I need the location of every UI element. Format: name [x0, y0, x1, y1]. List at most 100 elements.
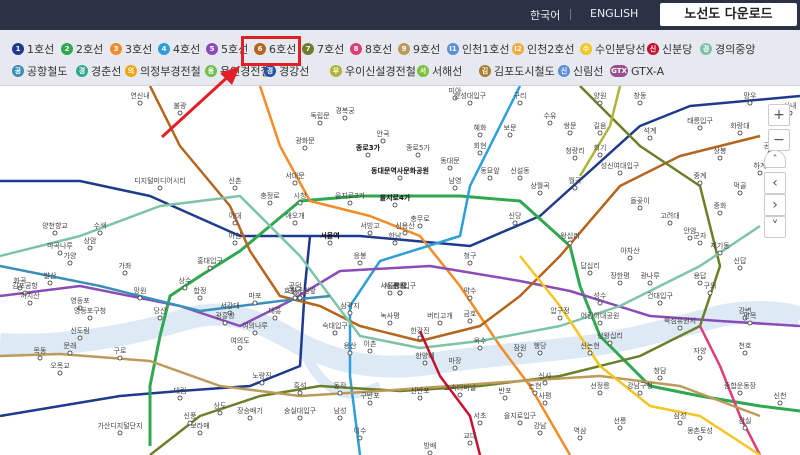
station-marker[interactable] — [392, 240, 398, 246]
station-label[interactable]: 반포 — [499, 387, 512, 395]
subway-map[interactable]: 종로3가 종로5가 동대문 을지로3가 을지로4가 동대문역사문화공원 충무로 서울역 시청 충정… — [0, 86, 800, 455]
station-label[interactable]: 김포공항 — [12, 282, 38, 290]
station-label[interactable]: 을지로입구 — [504, 412, 536, 420]
zoom-in-button[interactable]: + — [768, 104, 790, 126]
station-label[interactable]: 월곡 — [569, 177, 582, 185]
station-marker[interactable] — [697, 280, 703, 286]
station-label[interactable]: 대흥 — [269, 307, 282, 315]
station-label[interactable]: 고속터미널 — [444, 384, 476, 392]
station-label[interactable]: 이대 — [229, 212, 242, 220]
legend-item-row1-2[interactable]: 3 3호선 — [110, 39, 152, 59]
station-marker[interactable] — [597, 152, 603, 158]
station-marker[interactable] — [182, 285, 188, 291]
station-marker[interactable] — [47, 280, 53, 286]
station-label[interactable]: 성신여대입구 — [601, 162, 640, 170]
station-label[interactable]: 청량리 — [565, 147, 584, 155]
station-marker[interactable] — [747, 100, 753, 106]
station-marker[interactable] — [742, 425, 748, 431]
station-marker[interactable] — [177, 395, 183, 401]
station-marker[interactable] — [597, 300, 603, 306]
station-label[interactable]: 양천향교 — [42, 222, 68, 230]
station-marker[interactable] — [232, 185, 238, 191]
station-marker[interactable] — [452, 185, 458, 191]
station-marker[interactable] — [402, 230, 408, 236]
station-label[interactable]: 종합운동장 — [724, 382, 756, 390]
station-marker[interactable] — [177, 110, 183, 116]
station-marker[interactable] — [587, 270, 593, 276]
station-marker[interactable] — [697, 125, 703, 131]
legend-item-row1-13[interactable]: 경 경의중앙 — [700, 39, 755, 59]
station-label[interactable]: 길음 — [594, 122, 607, 130]
station-marker[interactable] — [417, 223, 423, 229]
station-marker[interactable] — [117, 430, 123, 436]
station-label[interactable]: 창동 — [634, 92, 647, 100]
station-marker[interactable] — [67, 350, 73, 356]
station-marker[interactable] — [657, 300, 663, 306]
station-label[interactable]: 방배 — [424, 442, 437, 450]
station-marker[interactable] — [417, 395, 423, 401]
station-marker[interactable] — [542, 400, 548, 406]
station-label[interactable]: 상암 — [84, 237, 97, 245]
station-label[interactable]: 면목 — [744, 312, 757, 320]
station-marker[interactable] — [617, 170, 623, 176]
station-marker[interactable] — [217, 410, 223, 416]
station-marker[interactable] — [477, 150, 483, 156]
station-label[interactable]: 성수 — [594, 292, 607, 300]
station-marker[interactable] — [122, 270, 128, 276]
station-label[interactable]: 제기동 — [710, 242, 729, 250]
station-marker[interactable] — [742, 350, 748, 356]
station-marker[interactable] — [627, 255, 633, 261]
station-marker[interactable] — [737, 390, 743, 396]
station-marker[interactable] — [657, 375, 663, 381]
station-label[interactable]: 남성 — [334, 407, 347, 415]
station-label[interactable]: 잠원 — [514, 344, 527, 352]
station-marker[interactable] — [617, 280, 623, 286]
station-label[interactable]: 광나루 — [640, 272, 659, 280]
station-label[interactable]: 연신내 — [130, 92, 149, 100]
station-marker[interactable] — [567, 130, 573, 136]
station-marker[interactable] — [517, 420, 523, 426]
legend-item-row1-6[interactable]: 7 7호선 — [302, 39, 344, 59]
station-label[interactable]: 여의도 — [230, 337, 249, 345]
station-marker[interactable] — [232, 240, 238, 246]
station-label[interactable]: 약수 — [464, 287, 477, 295]
station-marker[interactable] — [297, 415, 303, 421]
station-label[interactable]: 신천 — [774, 392, 787, 400]
station-marker[interactable] — [467, 440, 473, 446]
station-marker[interactable] — [597, 100, 603, 106]
station-marker[interactable] — [292, 295, 298, 301]
station-marker[interactable] — [452, 365, 458, 371]
station-marker[interactable] — [427, 450, 433, 455]
station-label[interactable]: 문래 — [64, 342, 77, 350]
station-marker[interactable] — [157, 315, 163, 321]
station-label[interactable]: 광흥창 — [215, 312, 234, 320]
legend-item-row2-5[interactable]: 우 우이신설경전철 — [330, 61, 416, 81]
station-marker[interactable] — [467, 100, 473, 106]
station-marker[interactable] — [117, 355, 123, 361]
station-marker[interactable] — [532, 390, 538, 396]
station-label[interactable]: 디지털미디어시티 — [134, 177, 186, 185]
legend-item-row1-7[interactable]: 8 8호선 — [350, 39, 392, 59]
station-marker[interactable] — [597, 130, 603, 136]
legend-item-row1-11[interactable]: 수 수인분당선 — [580, 39, 646, 59]
station-label[interactable]: 상수 — [179, 277, 192, 285]
legend-item-row1-8[interactable]: 9 9호선 — [398, 39, 440, 59]
station-label[interactable]: 양원 — [594, 92, 607, 100]
pan-down-button[interactable]: ˅ — [764, 216, 786, 238]
station-marker[interactable] — [697, 240, 703, 246]
station-label[interactable]: 상왕십리 — [597, 332, 623, 340]
station-marker[interactable] — [87, 245, 93, 251]
station-marker[interactable] — [337, 415, 343, 421]
station-label[interactable]: 잠실 — [739, 417, 752, 425]
station-label[interactable]: 까치산 — [20, 292, 39, 300]
station-label[interactable]: 구로 — [114, 347, 127, 355]
station-marker[interactable] — [347, 310, 353, 316]
station-label[interactable]: 충정로 — [260, 192, 279, 200]
station-marker[interactable] — [27, 300, 33, 306]
station-marker[interactable] — [637, 205, 643, 211]
legend-item-row1-12[interactable]: 신 신분당 — [647, 39, 692, 59]
station-label[interactable]: 옥수 — [474, 337, 487, 345]
station-label[interactable]: 신용산 — [395, 222, 414, 230]
station-marker[interactable] — [367, 230, 373, 236]
station-marker[interactable] — [757, 170, 763, 176]
